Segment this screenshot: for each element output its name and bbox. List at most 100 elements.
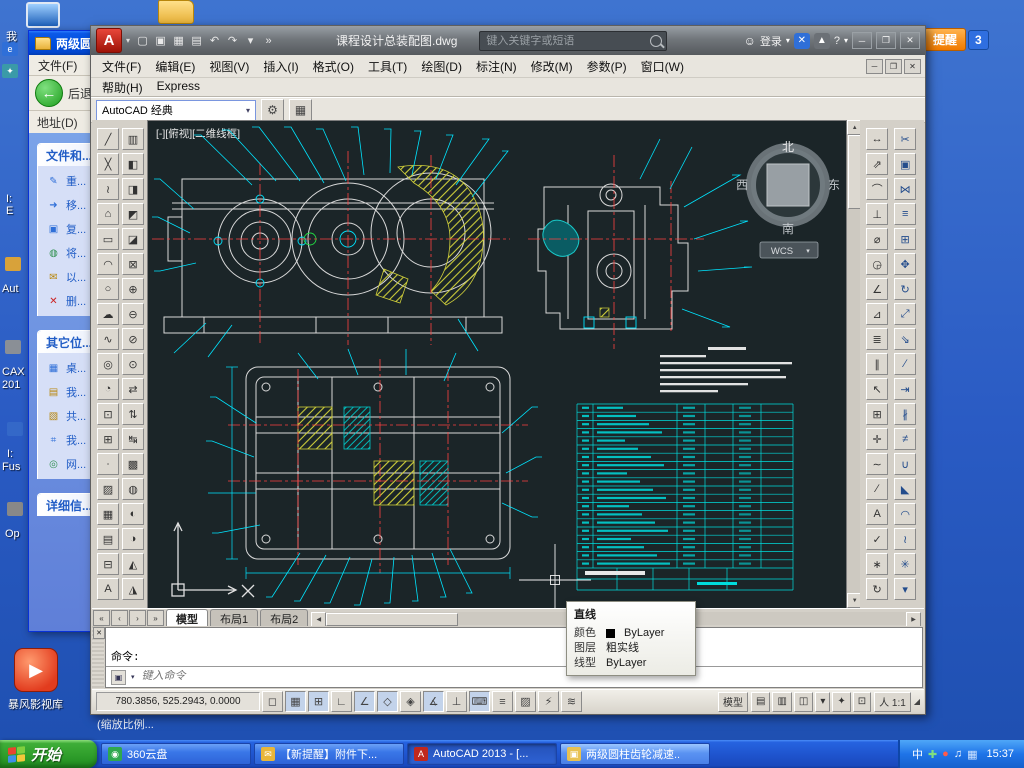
doc-close-button[interactable]: ✕ xyxy=(904,59,921,74)
command-dropdown-icon[interactable]: ▾ xyxy=(131,673,135,681)
vertical-scrollbar[interactable]: ▲ ▼ xyxy=(847,120,860,608)
menu-item[interactable]: 格式(O) xyxy=(306,56,361,77)
wcs-button[interactable]: WCS ▾ xyxy=(760,242,818,258)
snap-toggle[interactable]: ▦ xyxy=(285,691,306,712)
autocad-logo-icon[interactable]: A xyxy=(96,28,122,53)
lengthen-icon[interactable]: ∕ xyxy=(894,353,916,375)
mirror-icon[interactable]: ⋈ xyxy=(894,178,916,200)
quick-properties-toggle[interactable]: ⚡ xyxy=(538,691,559,712)
table-icon[interactable]: ⊟ xyxy=(97,553,119,575)
rotate-icon[interactable]: ↻ xyxy=(894,278,916,300)
toolbar-icon[interactable]: ⇄ xyxy=(122,378,144,400)
notification-badge[interactable]: 提醒 3 xyxy=(924,28,989,51)
redo-icon[interactable]: ↷ xyxy=(224,32,241,49)
extend-icon[interactable]: ∦ xyxy=(894,403,916,425)
help-dropdown-icon[interactable]: ▾ xyxy=(844,36,848,45)
toolbar-icon[interactable]: ⇅ xyxy=(122,403,144,425)
new-file-icon[interactable]: ▢ xyxy=(134,32,151,49)
search-input[interactable] xyxy=(484,34,650,48)
command-options-icon[interactable]: ▣ xyxy=(111,670,126,685)
back-button[interactable]: ← xyxy=(35,79,63,107)
offset-icon[interactable]: ≡ xyxy=(894,203,916,225)
layout-icon[interactable]: ▥ xyxy=(772,692,791,712)
menu-item[interactable]: 帮助(H) xyxy=(95,77,150,98)
doc-minimize-button[interactable]: ─ xyxy=(866,59,883,74)
command-history[interactable]: 命令: xyxy=(106,628,922,666)
next-tab-icon[interactable]: › xyxy=(129,610,146,626)
restore-button[interactable]: ❐ xyxy=(876,32,896,49)
center-mark-icon[interactable]: ✛ xyxy=(866,428,888,450)
desktop-icon-label[interactable]: Fus xyxy=(2,461,20,473)
taskbar-item[interactable]: ✉【新提醒】附件下... xyxy=(254,743,404,765)
join-icon[interactable]: ∪ xyxy=(894,453,916,475)
hatch-icon[interactable]: ▨ xyxy=(97,478,119,500)
search-icon[interactable] xyxy=(650,35,662,47)
copy-icon[interactable]: ▣ xyxy=(894,153,916,175)
menu-item[interactable]: 标注(N) xyxy=(469,56,524,77)
continue-icon[interactable]: ∥ xyxy=(866,353,888,375)
plot-icon[interactable]: ▤ xyxy=(188,32,205,49)
volume-icon[interactable]: ♫ xyxy=(954,746,962,762)
ordinate-icon[interactable]: ⊥ xyxy=(866,203,888,225)
desktop-icon-label[interactable]: I: xyxy=(7,448,13,460)
desktop-shortcut-icon[interactable]: e xyxy=(2,42,18,56)
toolbar-icon[interactable]: ▥ xyxy=(122,128,144,150)
ortho-toggle[interactable]: ∟ xyxy=(331,691,352,712)
insert-block-icon[interactable]: ⊡ xyxy=(97,403,119,425)
model-space-button[interactable]: 模型 xyxy=(718,692,748,712)
desktop-icon-label[interactable]: 201 xyxy=(2,379,20,391)
dim-update-icon[interactable]: ↻ xyxy=(866,578,888,600)
angular-icon[interactable]: ∠ xyxy=(866,278,888,300)
compass-south-label[interactable]: 南 xyxy=(782,221,794,236)
start-button[interactable]: 开始 xyxy=(0,740,97,768)
ellipse-icon[interactable]: ◎ xyxy=(97,353,119,375)
polar-toggle[interactable]: ∠ xyxy=(354,691,375,712)
scale-icon[interactable]: ⤢ xyxy=(894,303,916,325)
desktop-icon-label[interactable]: CAX xyxy=(2,366,25,378)
command-input[interactable] xyxy=(140,670,917,684)
undo-icon[interactable]: ↶ xyxy=(206,32,223,49)
drawing-canvas[interactable]: [-][俯视][二维线框] xyxy=(148,121,847,609)
blend-icon[interactable]: ≀ xyxy=(894,528,916,550)
gear-icon[interactable]: ⚙ xyxy=(261,99,284,121)
desktop-icon-label[interactable]: I: xyxy=(6,193,12,205)
model-space-icon[interactable]: ▤ xyxy=(751,692,770,712)
aligned-dimension-icon[interactable]: ⇗ xyxy=(866,153,888,175)
toolbar-icon[interactable]: ⊕ xyxy=(122,278,144,300)
menu-item[interactable]: 窗口(W) xyxy=(634,56,691,77)
revision-cloud-icon[interactable]: ☁ xyxy=(97,303,119,325)
storm-player-icon[interactable]: ▶ xyxy=(14,648,58,692)
menu-item[interactable]: 文件(F) xyxy=(95,56,148,77)
menu-item[interactable]: 绘图(D) xyxy=(414,56,469,77)
jogged-icon[interactable]: ⊿ xyxy=(866,303,888,325)
ime-icon[interactable]: 中 xyxy=(912,746,923,762)
my-computer-icon[interactable] xyxy=(26,2,60,28)
baseline-icon[interactable]: ≣ xyxy=(866,328,888,350)
compass-east-label[interactable]: 东 xyxy=(828,178,840,192)
minimize-button[interactable]: ─ xyxy=(852,32,872,49)
coordinates-display[interactable]: 780.3856, 525.2943, 0.0000 xyxy=(96,692,260,711)
prev-tab-icon[interactable]: ‹ xyxy=(111,610,128,626)
linear-dimension-icon[interactable]: ↔ xyxy=(866,128,888,150)
command-input-row[interactable]: ▣ ▾ xyxy=(106,666,922,687)
desktop-icon-label[interactable]: E xyxy=(6,205,13,217)
menu-item[interactable]: 视图(V) xyxy=(202,56,256,77)
desktop-icon-label[interactable]: Aut xyxy=(2,283,19,295)
open-file-icon[interactable]: ▣ xyxy=(152,32,169,49)
selection-cycling-toggle[interactable]: ≋ xyxy=(561,691,582,712)
mtext-icon[interactable]: A xyxy=(97,578,119,600)
toolbar-icon[interactable]: ◮ xyxy=(122,578,144,600)
tolerance-icon[interactable]: ∼ xyxy=(866,453,888,475)
create-block-icon[interactable]: ⊞ xyxy=(97,428,119,450)
toolbar-icon[interactable]: ◨ xyxy=(122,178,144,200)
array-icon[interactable]: ⊞ xyxy=(894,228,916,250)
workspace-switch-icon[interactable]: ✦ xyxy=(832,692,850,712)
break-icon[interactable]: ≠ xyxy=(894,428,916,450)
chamfer-icon[interactable]: ◣ xyxy=(894,478,916,500)
menu-item[interactable]: 修改(M) xyxy=(524,56,580,77)
save-icon[interactable]: ▦ xyxy=(170,32,187,49)
logo-dropdown-icon[interactable]: ▾ xyxy=(126,36,130,45)
taskbar-item[interactable]: AAutoCAD 2013 - [... xyxy=(407,743,557,765)
menu-item[interactable]: Express xyxy=(150,77,207,98)
transparency-toggle[interactable]: ▨ xyxy=(515,691,536,712)
